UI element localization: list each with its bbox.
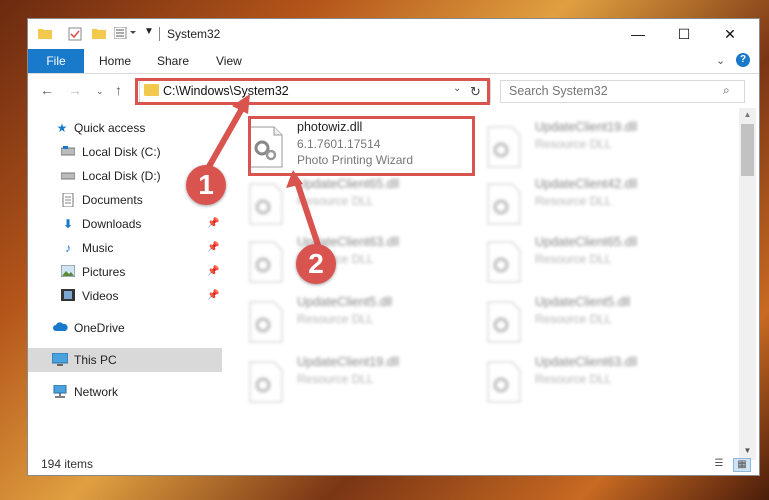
step-marker-2: 2 <box>296 244 336 284</box>
step-marker-1: 1 <box>186 165 226 205</box>
annotation-arrows <box>204 94 321 248</box>
